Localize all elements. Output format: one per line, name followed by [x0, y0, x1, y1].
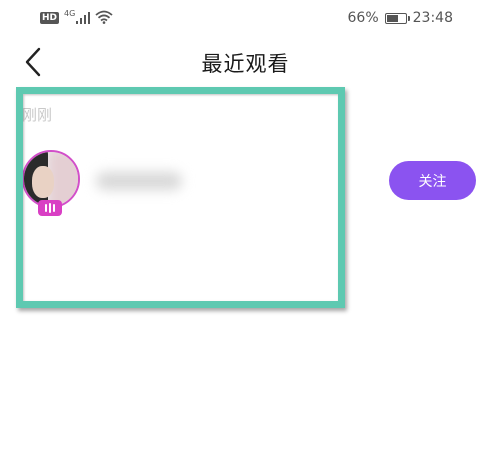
live-indicator-icon: [38, 200, 62, 216]
signal-icon: [76, 9, 91, 28]
avatar-face: [32, 166, 54, 198]
live-bar: [45, 204, 47, 212]
avatar-wrap[interactable]: [22, 150, 84, 216]
recently-viewed-screen: HD 4G 66% 23:48 最近观看 刚刚 关注: [0, 0, 491, 449]
battery-percent: 66%: [347, 10, 379, 26]
page-title: 最近观看: [201, 52, 290, 76]
wifi-icon: [95, 9, 113, 28]
clock: 23:48: [412, 10, 453, 26]
live-bar: [49, 203, 51, 213]
status-bar-right: 66% 23:48: [348, 8, 453, 28]
header: 最近观看: [0, 40, 491, 84]
section-label: 刚刚: [22, 106, 53, 124]
status-bar-left: HD 4G: [40, 9, 113, 27]
hd-badge: HD: [40, 12, 60, 24]
status-bar: HD 4G 66% 23:48: [0, 0, 491, 36]
battery-fill: [386, 14, 398, 22]
network-type: 4G: [64, 8, 76, 18]
username-blurred: [96, 172, 182, 190]
follow-button[interactable]: 关注: [389, 161, 476, 200]
live-bar: [53, 204, 55, 212]
battery-icon: [384, 12, 410, 24]
